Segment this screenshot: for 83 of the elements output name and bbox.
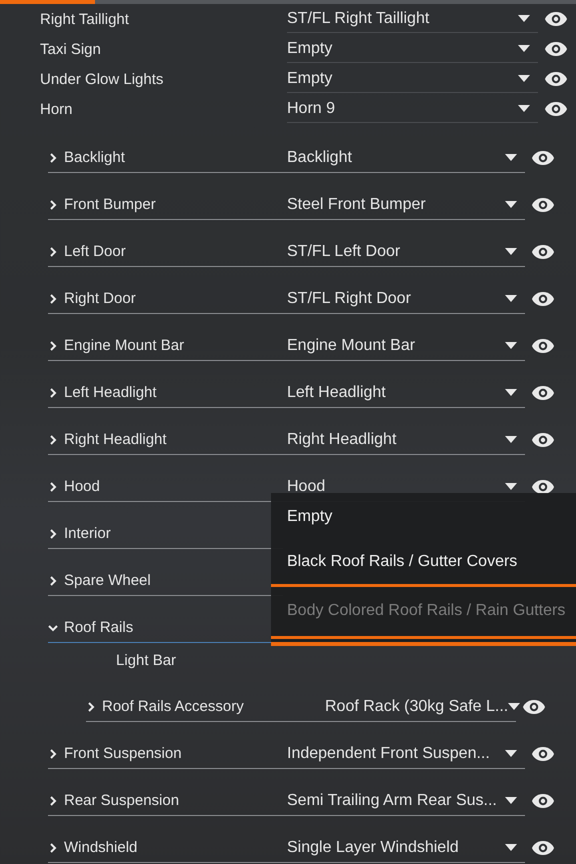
caret-icon — [508, 703, 520, 710]
caret-icon — [505, 154, 517, 161]
part-label: Horn — [40, 100, 74, 118]
part-dropdown[interactable]: Empty — [287, 66, 538, 92]
part-label: Backlight — [64, 149, 125, 166]
chevron-right-icon[interactable] — [48, 388, 58, 398]
chevron-right-icon[interactable] — [48, 482, 58, 492]
caret-icon — [505, 483, 517, 490]
part-dropdown[interactable]: Independent Front Suspen... — [283, 739, 525, 769]
eye-icon[interactable] — [531, 793, 555, 809]
part-label: Hood — [64, 478, 100, 495]
eye-icon[interactable] — [531, 197, 555, 213]
part-label: Front Bumper — [64, 196, 156, 213]
caret-icon — [518, 105, 530, 112]
part-dropdown[interactable]: Engine Mount Bar — [283, 331, 525, 361]
chevron-right-icon[interactable] — [48, 434, 58, 444]
chevron-down-icon[interactable] — [48, 622, 58, 632]
part-label: Taxi Sign — [40, 40, 102, 58]
eye-icon[interactable] — [531, 385, 555, 401]
eye-icon[interactable] — [531, 338, 555, 354]
chevron-right-icon[interactable] — [48, 340, 58, 350]
chevron-right-icon[interactable] — [48, 294, 58, 304]
eye-icon[interactable] — [544, 11, 568, 27]
part-label: Windshield — [64, 839, 138, 856]
part-label: Rear Suspension — [64, 792, 180, 809]
eye-icon[interactable] — [531, 150, 555, 166]
part-dropdown[interactable]: Right Headlight — [283, 425, 525, 455]
part-dropdown[interactable]: ST/FL Right Door — [283, 284, 525, 314]
caret-icon — [518, 15, 530, 22]
part-label: Spare Wheel — [64, 572, 151, 589]
chevron-right-icon[interactable] — [48, 528, 58, 538]
chevron-right-icon[interactable] — [48, 576, 58, 586]
part-label: Light Bar — [116, 652, 176, 668]
part-dropdown[interactable]: Left Headlight — [283, 378, 525, 408]
part-dropdown[interactable]: Backlight — [283, 143, 525, 173]
caret-icon — [505, 389, 517, 396]
part-label: Right Taillight — [40, 10, 130, 28]
part-label: Right Door — [64, 290, 136, 307]
part-dropdown[interactable]: ST/FL Right Taillight — [287, 6, 538, 32]
eye-icon[interactable] — [522, 699, 546, 715]
part-label: Engine Mount Bar — [64, 337, 184, 354]
eye-icon[interactable] — [531, 291, 555, 307]
caret-icon — [518, 45, 530, 52]
caret-icon — [505, 750, 517, 757]
caret-icon — [518, 75, 530, 82]
caret-icon — [505, 342, 517, 349]
part-label: Under Glow Lights — [40, 70, 164, 88]
part-label: Right Headlight — [64, 431, 167, 448]
chevron-right-icon[interactable] — [48, 796, 58, 806]
part-label: Roof Rails — [64, 619, 134, 636]
chevron-right-icon[interactable] — [48, 200, 58, 210]
eye-icon[interactable] — [531, 840, 555, 856]
part-dropdown[interactable]: Single Layer Windshield — [283, 833, 525, 863]
dropdown-option[interactable]: Black Roof Rails / Gutter Covers — [271, 540, 576, 587]
part-dropdown[interactable]: Semi Trailing Arm Rear Sus... — [283, 786, 525, 816]
caret-icon — [505, 436, 517, 443]
eye-icon[interactable] — [544, 71, 568, 87]
eye-icon[interactable] — [544, 41, 568, 57]
eye-icon[interactable] — [544, 101, 568, 117]
caret-icon — [505, 201, 517, 208]
part-dropdown[interactable]: Empty — [287, 36, 538, 62]
caret-icon — [505, 797, 517, 804]
eye-icon[interactable] — [531, 479, 555, 495]
chevron-right-icon[interactable] — [48, 748, 58, 758]
caret-icon — [505, 844, 517, 851]
chevron-right-icon[interactable] — [86, 702, 96, 712]
chevron-right-icon[interactable] — [48, 152, 58, 162]
caret-icon — [505, 295, 517, 302]
part-dropdown[interactable]: Steel Front Bumper — [283, 190, 525, 220]
chevron-right-icon[interactable] — [48, 246, 58, 256]
part-label: Left Door — [64, 243, 126, 260]
part-dropdown[interactable]: Roof Rack (30kg Safe L... — [321, 692, 516, 722]
part-label: Roof Rails Accessory — [102, 698, 244, 715]
part-label: Left Headlight — [64, 384, 157, 401]
part-dropdown[interactable]: Horn 9 — [287, 96, 538, 122]
chevron-right-icon[interactable] — [48, 842, 58, 852]
part-label: Front Suspension — [64, 745, 182, 762]
part-label: Interior — [64, 525, 111, 542]
eye-icon[interactable] — [531, 244, 555, 260]
part-dropdown[interactable]: ST/FL Left Door — [283, 237, 525, 267]
caret-icon — [505, 248, 517, 255]
eye-icon[interactable] — [531, 432, 555, 448]
eye-icon[interactable] — [531, 746, 555, 762]
